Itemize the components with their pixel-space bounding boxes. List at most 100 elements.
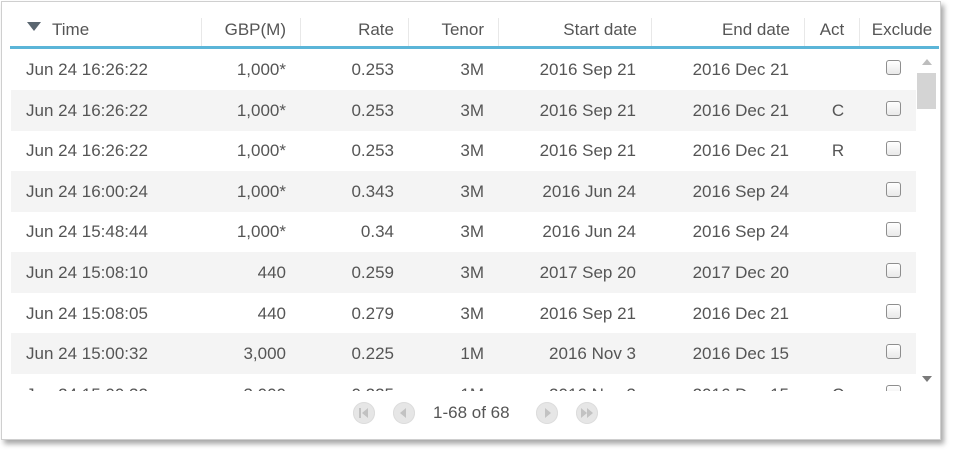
exclude-checkbox[interactable] [886,182,901,197]
scrollbar-thumb[interactable] [917,73,936,109]
first-page-icon [359,408,368,418]
cell-time: Jun 24 16:00:24 [26,182,148,201]
cell-end-date: 2017 Dec 20 [692,263,789,282]
column-header-start-date[interactable]: Start date [500,10,637,46]
cell-act: R [831,141,845,160]
cell-start-date: 2016 Jun 24 [542,182,636,201]
column-header-tenor[interactable]: Tenor [414,10,484,46]
cell-rate: 0.253 [351,60,394,79]
cell-act: C [811,374,865,391]
table-row[interactable]: Jun 24 16:00:24 1,000* 0.343 3M 2016 Jun 24 2… [11,171,916,212]
grid-header: Time GBP(M) Rate Tenor Start date End da… [10,10,939,49]
cell-rate: 0.279 [351,304,394,323]
cell-rate: 0.253 [351,141,394,160]
column-header-act[interactable]: Act [805,10,859,46]
column-header-end-date[interactable]: End date [660,10,790,46]
cell-tenor: 3M [460,304,484,323]
column-divider[interactable] [498,18,499,46]
trades-grid-panel: Time GBP(M) Rate Tenor Start date End da… [1,1,941,440]
last-page-button[interactable] [576,402,598,424]
exclude-checkbox[interactable] [886,101,901,116]
cell-act [811,49,865,90]
table-row[interactable]: Jun 24 15:00:32 3,000 0.225 1M 2016 Nov 3 201… [11,333,916,374]
column-header-exclude[interactable]: Exclude [865,10,939,46]
cell-tenor: 3M [460,60,484,79]
column-divider[interactable] [651,18,652,46]
table-row[interactable]: Jun 24 16:26:22 1,000* 0.253 3M 2016 Sep 21 2… [11,49,916,90]
cell-tenor: 1M [401,374,484,391]
cell-start-date: 2016 Sep 21 [539,101,636,120]
exclude-checkbox[interactable] [886,222,901,237]
column-header-time[interactable]: Time [52,10,172,46]
column-divider[interactable] [408,18,409,46]
exclude-checkbox[interactable] [886,60,901,75]
cell-time: Jun 24 16:26:22 [26,141,148,160]
cell-time: Jun 24 16:26:22 [26,60,148,79]
cell-rate: 0.225 [301,374,394,391]
cell-rate: 0.253 [351,101,394,120]
scroll-up-arrow-icon[interactable] [922,59,932,65]
table-row[interactable]: Jun 24 16:26:22 1,000* 0.253 3M 2016 Sep 21 2… [11,90,916,131]
cell-gbp: 3,000 [243,344,286,363]
cell-start-date: 2016 Sep 21 [539,141,636,160]
cell-end-date: 2016 Dec 15 [692,344,789,363]
next-page-icon [545,408,551,418]
cell-tenor: 3M [460,182,484,201]
cell-tenor: 3M [460,141,484,160]
cell-start-date: 2017 Sep 20 [539,263,636,282]
column-header-rate[interactable]: Rate [310,10,394,46]
cell-start-date: 2016 Sep 21 [539,60,636,79]
cell-rate: 0.259 [351,263,394,282]
cell-gbp: 1,000* [236,101,286,120]
exclude-checkbox[interactable] [886,304,901,319]
cell-rate: 0.225 [351,344,394,363]
exclude-checkbox[interactable] [886,141,901,156]
cell-end-date: 2016 Dec 21 [692,101,789,120]
last-page-icon [581,408,593,418]
cell-gbp: 440 [257,304,286,323]
grid-body[interactable]: Jun 24 16:26:22 1,000* 0.253 3M 2016 Sep 21 2… [11,49,916,391]
cell-end-date: 2016 Dec 15 [651,374,789,391]
exclude-checkbox[interactable] [886,344,901,359]
table-row[interactable]: Jun 24 15:08:10 440 0.259 3M 2017 Sep 20 2017… [11,252,916,293]
cell-end-date: 2016 Sep 24 [692,222,789,241]
cell-act [811,252,865,293]
cell-gbp: 1,000* [236,60,286,79]
cell-start-date: 2016 Jun 24 [542,222,636,241]
cell-gbp: 1,000* [236,222,286,241]
table-row[interactable]: Jun 24 15:00:32 3,000 0.225 1M 2016 Nov 3 201… [11,374,916,391]
cell-time: Jun 24 15:08:10 [26,263,148,282]
cell-end-date: 2016 Dec 21 [692,304,789,323]
cell-time: Jun 24 15:08:05 [26,304,148,323]
cell-rate: 0.343 [351,182,394,201]
table-row[interactable]: Jun 24 15:48:44 1,000* 0.34 3M 2016 Jun 24 20… [11,211,916,252]
cell-tenor: 3M [460,222,484,241]
prev-page-button[interactable] [393,402,415,424]
sort-descending-icon[interactable] [27,22,41,31]
column-divider[interactable] [859,18,860,46]
cell-rate: 0.34 [360,222,394,241]
cell-tenor: 1M [460,344,484,363]
cell-gbp: 440 [257,263,286,282]
cell-act [811,293,865,334]
first-page-button[interactable] [353,402,375,424]
scroll-down-arrow-icon[interactable] [922,376,932,382]
cell-end-date: 2016 Sep 24 [692,182,789,201]
cell-start-date: 2016 Nov 3 [549,344,636,363]
cell-gbp: 3,000 [191,374,286,391]
cell-act [811,333,865,374]
vertical-scrollbar[interactable] [916,49,938,391]
cell-time: Jun 24 16:26:22 [26,101,148,120]
exclude-checkbox[interactable] [886,263,901,278]
table-row[interactable]: Jun 24 16:26:22 1,000* 0.253 3M 2016 Sep 21 2… [11,130,916,171]
page-info: 1-68 of 68 [433,403,510,422]
pagination-bar: 1-68 of 68 [11,391,938,437]
next-page-button[interactable] [536,402,558,424]
cell-time: Jun 24 15:48:44 [26,222,148,241]
cell-start-date: 2016 Nov 3 [491,374,636,391]
column-divider[interactable] [300,18,301,46]
table-row[interactable]: Jun 24 15:08:05 440 0.279 3M 2016 Sep 21 2016… [11,293,916,334]
cell-gbp: 1,000* [236,182,286,201]
cell-end-date: 2016 Dec 21 [692,141,789,160]
column-header-gbp[interactable]: GBP(M) [200,10,286,46]
